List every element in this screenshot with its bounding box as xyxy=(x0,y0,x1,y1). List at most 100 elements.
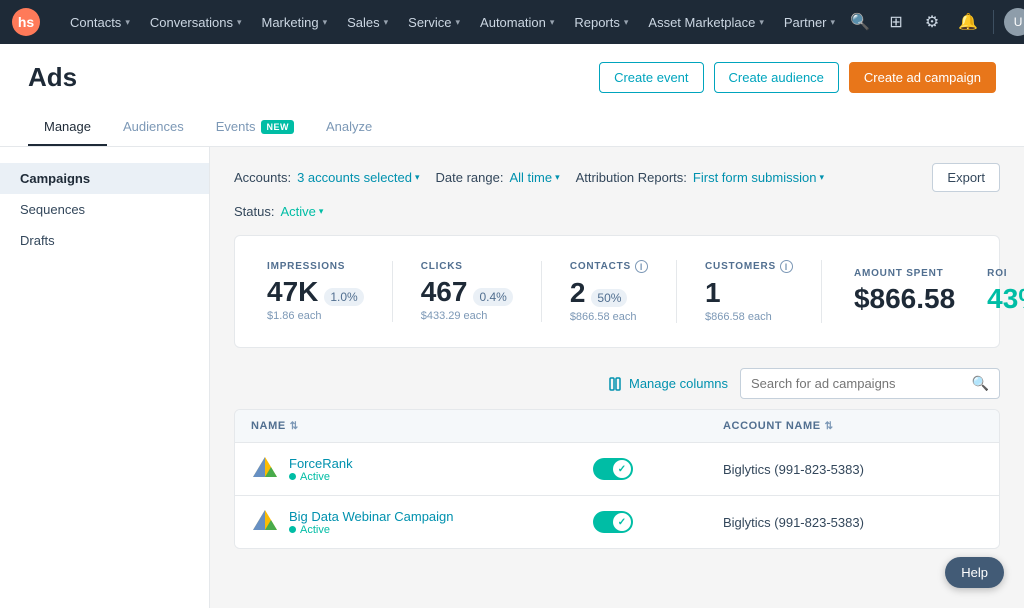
chevron-down-icon: ▾ xyxy=(759,17,764,28)
settings-icon[interactable]: ⚙ xyxy=(917,7,947,37)
nav-partner[interactable]: Partner ▾ xyxy=(774,0,845,44)
top-navigation: hs Contacts ▾ Conversations ▾ Marketing … xyxy=(0,0,1024,44)
th-name[interactable]: NAME ⇅ xyxy=(251,420,593,432)
stat-clicks: CLICKS 467 0.4% $433.29 each xyxy=(393,261,542,322)
campaign-name-link[interactable]: ForceRank xyxy=(289,456,353,471)
nav-contacts[interactable]: Contacts ▾ xyxy=(60,0,140,44)
export-button[interactable]: Export xyxy=(932,163,1000,192)
tab-events[interactable]: Events NEW xyxy=(200,109,310,146)
chevron-down-icon: ▾ xyxy=(319,206,324,217)
sidebar-item-campaigns[interactable]: Campaigns xyxy=(0,163,209,194)
campaign-account-cell: Biglytics (991-823-5383) xyxy=(723,515,983,530)
toggle-track[interactable]: ✓ xyxy=(593,458,633,480)
tab-analyze[interactable]: Analyze xyxy=(310,109,388,146)
filters-bar: Accounts: 3 accounts selected ▾ Date ran… xyxy=(234,163,1000,192)
google-ads-icon xyxy=(251,455,279,483)
create-audience-button[interactable]: Create audience xyxy=(714,62,839,93)
campaign-name-cell: ForceRank Active xyxy=(251,455,593,483)
table-toolbar: Manage columns 🔍 xyxy=(234,368,1000,399)
check-icon: ✓ xyxy=(618,517,626,528)
attribution-filter-value[interactable]: First form submission ▾ xyxy=(693,170,824,185)
stat-impressions: IMPRESSIONS 47K 1.0% $1.86 each xyxy=(267,261,393,322)
accounts-filter-value[interactable]: 3 accounts selected ▾ xyxy=(297,170,419,185)
table-row: ForceRank Active ✓ xyxy=(235,443,999,496)
nav-service[interactable]: Service ▾ xyxy=(398,0,470,44)
tab-manage[interactable]: Manage xyxy=(28,109,107,146)
toggle-widget[interactable]: ✓ xyxy=(593,458,633,480)
notifications-icon[interactable]: 🔔 xyxy=(953,7,983,37)
nav-automation[interactable]: Automation ▾ xyxy=(470,0,564,44)
campaign-toggle-cell[interactable]: ✓ xyxy=(593,511,723,533)
contacts-info-icon[interactable]: i xyxy=(635,260,648,273)
sidebar: Campaigns Sequences Drafts xyxy=(0,147,210,608)
nav-conversations[interactable]: Conversations ▾ xyxy=(140,0,252,44)
search-icon[interactable]: 🔍 xyxy=(972,375,989,392)
chevron-down-icon: ▾ xyxy=(831,17,836,28)
nav-sales[interactable]: Sales ▾ xyxy=(337,0,398,44)
chevron-down-icon: ▾ xyxy=(384,17,389,28)
page-title: Ads xyxy=(28,62,77,93)
search-input[interactable] xyxy=(751,376,966,391)
page-header: Ads Create event Create audience Create … xyxy=(0,44,1024,147)
accounts-filter: Accounts: 3 accounts selected ▾ xyxy=(234,170,420,185)
chevron-down-icon: ▾ xyxy=(323,17,328,28)
chevron-down-icon: ▾ xyxy=(624,17,629,28)
amount-spent-value: $866.58 xyxy=(854,283,955,315)
campaign-name-cell: Big Data Webinar Campaign Active xyxy=(251,508,593,536)
campaign-toggle-cell[interactable]: ✓ xyxy=(593,458,723,480)
attribution-filter: Attribution Reports: First form submissi… xyxy=(576,170,824,185)
customers-value: 1 xyxy=(705,277,721,309)
status-dot xyxy=(289,473,296,480)
stat-amount-spent: AMOUNT SPENT $866.58 xyxy=(854,268,955,315)
status-dot xyxy=(289,526,296,533)
stats-financial: AMOUNT SPENT $866.58 ROI 43% xyxy=(822,268,1024,315)
status-row: Status: Active ▾ xyxy=(234,204,1000,219)
impressions-sub: $1.86 each xyxy=(267,310,321,322)
campaign-account-cell: Biglytics (991-823-5383) xyxy=(723,462,983,477)
nav-asset-marketplace[interactable]: Asset Marketplace ▾ xyxy=(638,0,773,44)
user-avatar[interactable]: U xyxy=(1004,8,1024,36)
status-filter-value[interactable]: Active ▾ xyxy=(280,204,323,219)
chevron-down-icon: ▾ xyxy=(237,17,242,28)
create-event-button[interactable]: Create event xyxy=(599,62,703,93)
page-tabs: Manage Audiences Events NEW Analyze xyxy=(28,109,996,146)
hubspot-logo[interactable]: hs xyxy=(12,8,50,36)
manage-columns-button[interactable]: Manage columns xyxy=(609,376,728,391)
toggle-thumb: ✓ xyxy=(613,460,631,478)
chevron-down-icon: ▾ xyxy=(456,17,461,28)
campaign-status: Active xyxy=(289,471,353,483)
campaigns-table: NAME ⇅ ACCOUNT NAME ⇅ xyxy=(234,409,1000,549)
customers-sub: $866.58 each xyxy=(705,311,772,323)
page-container: Ads Create event Create audience Create … xyxy=(0,44,1024,608)
toggle-track[interactable]: ✓ xyxy=(593,511,633,533)
google-ads-icon xyxy=(251,508,279,536)
chevron-down-icon: ▾ xyxy=(819,172,824,183)
toggle-widget[interactable]: ✓ xyxy=(593,511,633,533)
nav-items: Contacts ▾ Conversations ▾ Marketing ▾ S… xyxy=(60,0,845,44)
main-content: Campaigns Sequences Drafts Accounts: 3 a… xyxy=(0,147,1024,608)
help-button[interactable]: Help xyxy=(945,557,1004,588)
chevron-down-icon: ▾ xyxy=(415,172,420,183)
create-campaign-button[interactable]: Create ad campaign xyxy=(849,62,996,93)
contacts-sub: $866.58 each xyxy=(570,311,637,323)
customers-info-icon[interactable]: i xyxy=(780,260,793,273)
campaign-name-link[interactable]: Big Data Webinar Campaign xyxy=(289,509,454,524)
stat-contacts: CONTACTS i 2 50% $866.58 each xyxy=(542,260,677,323)
contacts-value: 2 xyxy=(570,277,586,309)
stat-customers: CUSTOMERS i 1 $866.58 each xyxy=(677,260,822,323)
chevron-down-icon: ▾ xyxy=(555,172,560,183)
tab-audiences[interactable]: Audiences xyxy=(107,109,200,146)
campaign-search-box[interactable]: 🔍 xyxy=(740,368,1000,399)
date-range-filter-value[interactable]: All time ▾ xyxy=(509,170,559,185)
sidebar-item-sequences[interactable]: Sequences xyxy=(0,194,209,225)
th-account[interactable]: ACCOUNT NAME ⇅ xyxy=(723,420,983,432)
sidebar-item-drafts[interactable]: Drafts xyxy=(0,225,209,256)
date-range-filter: Date range: All time ▾ xyxy=(436,170,560,185)
clicks-pct: 0.4% xyxy=(473,288,512,306)
nav-reports[interactable]: Reports ▾ xyxy=(564,0,638,44)
nav-marketing[interactable]: Marketing ▾ xyxy=(251,0,337,44)
search-icon[interactable]: 🔍 xyxy=(845,7,875,37)
check-icon: ✓ xyxy=(618,464,626,475)
page-title-actions: Create event Create audience Create ad c… xyxy=(599,62,996,93)
apps-icon[interactable]: ⊞ xyxy=(881,7,911,37)
